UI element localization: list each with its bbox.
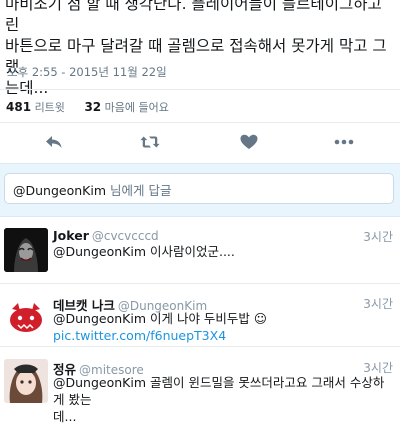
reply-name[interactable]: Joker	[53, 228, 89, 243]
divider	[0, 122, 400, 123]
heart-icon[interactable]	[239, 132, 259, 152]
divider	[0, 346, 400, 347]
more-icon[interactable]	[334, 132, 354, 152]
avatar[interactable]	[4, 295, 48, 339]
tweet-actions	[0, 126, 400, 158]
reply-item[interactable]: 정유 @mitesore 3시간 @DungeonKim 골렘이 윈드밀을 못쓰더…	[0, 359, 400, 424]
tweet-text: 마비조기 점 할 때 생각난다. 플레이어들이 블르테이그하고 린 바튼으로 마…	[5, 0, 395, 99]
reply-text: @DungeonKim 이게 나야 두비두밥 ☺ pic.twitter.com…	[53, 310, 393, 344]
retweet-count: 481	[6, 100, 32, 114]
reply-item[interactable]: 데브캣 나크 @DungeonKim 3시간 @DungeonKim 이게 나야 …	[0, 295, 400, 359]
reply-handle[interactable]: @cvcvcccd	[92, 229, 159, 243]
tweet-stats: 481 리트윗 32 마음에 들어요	[6, 99, 185, 115]
reply-area: @DungeonKim 님에게 답글	[0, 163, 400, 217]
like-stat[interactable]: 32 마음에 들어요	[84, 99, 168, 115]
reply-icon[interactable]	[44, 132, 64, 152]
reply-text: @DungeonKim 이사람이었군....	[53, 244, 235, 259]
reply-mention: @DungeonKim	[13, 183, 107, 198]
retweet-icon[interactable]	[140, 132, 160, 152]
tweet-text-line: 마비조기 점 할 때 생각난다. 플레이어들이 블르테이그하고 린	[5, 0, 382, 34]
divider	[0, 283, 400, 284]
reply-text-content: @DungeonKim 이게 나야 두비두밥 ☺	[53, 311, 267, 326]
divider	[0, 89, 400, 90]
avatar[interactable]	[4, 228, 48, 272]
retweet-label: 리트윗	[34, 101, 65, 114]
like-count: 32	[84, 100, 102, 114]
reply-link[interactable]: pic.twitter.com/f6nuepT3X4	[53, 328, 226, 343]
retweet-stat[interactable]: 481 리트윗	[6, 99, 65, 115]
reply-input[interactable]: @DungeonKim 님에게 답글	[4, 173, 394, 204]
tweet-timestamp[interactable]: 오후 2:55 - 2015년 11월 22일	[7, 64, 167, 80]
reply-text-line: 데...	[53, 409, 77, 424]
avatar[interactable]	[4, 359, 48, 403]
reply-placeholder: 님에게 답글	[106, 183, 172, 198]
like-label: 마음에 들어요	[104, 101, 169, 114]
reply-name-line: Joker @cvcvcccd	[53, 228, 159, 243]
reply-text-line: @DungeonKim 골렘이 윈드밀을 못쓰더라고요 그래서 수상하게 봤는	[53, 375, 385, 407]
